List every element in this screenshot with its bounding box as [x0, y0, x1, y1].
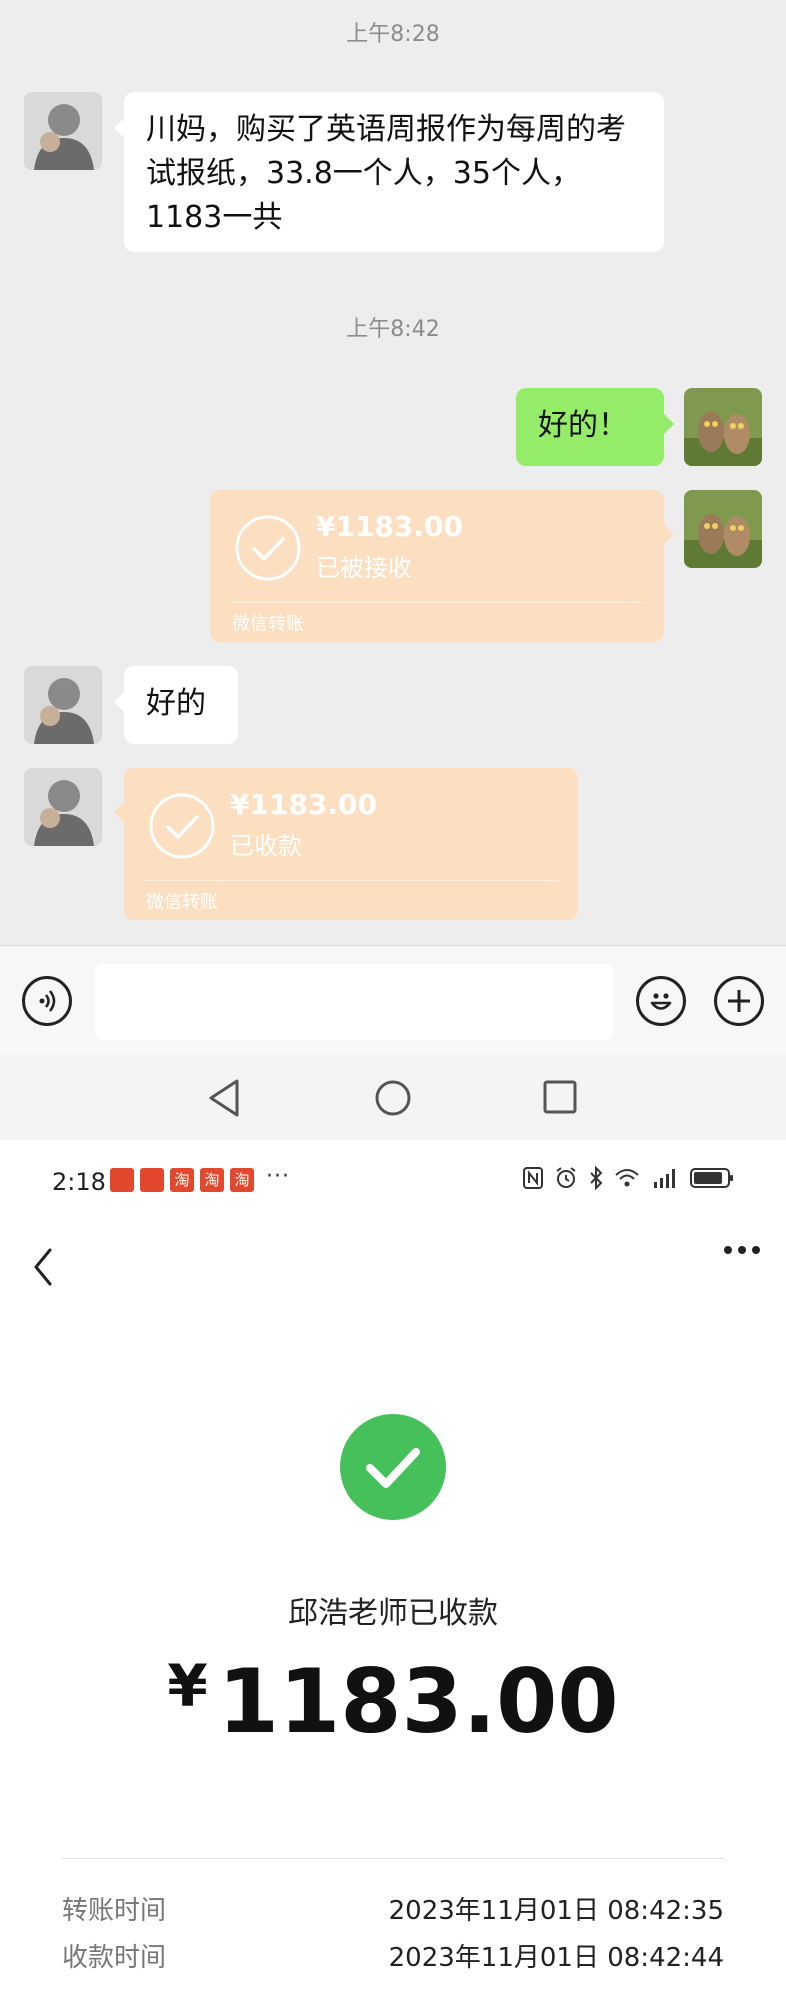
battery-icon — [690, 1168, 733, 1188]
message-text: 川妈，购买了英语周报作为每周的考试报纸，33.8一个人，35个人，1183一共 — [146, 112, 626, 235]
contact-avatar[interactable] — [24, 92, 102, 170]
taobao-icon: 淘 — [230, 1168, 254, 1192]
recents-square-icon[interactable] — [542, 1079, 578, 1115]
nfc-icon — [523, 1167, 543, 1189]
transfer-card[interactable]: ¥1183.00 已被接收 微信转账 — [210, 490, 674, 642]
transfer-status: 已收款 — [230, 832, 302, 860]
message-bubble[interactable]: 好的 — [114, 666, 238, 744]
chat-area: 上午8:28 川妈，购买了英语周报作为每周的考试报纸，33.8一个人，35个人，… — [0, 0, 786, 945]
detail-label: 收款时间 — [62, 1943, 167, 1973]
more-notifications-icon: ··· — [266, 1164, 290, 1189]
detail-value: 2023年11月01日 08:42:44 — [388, 1943, 724, 1973]
message-text: 好的 — [146, 686, 206, 721]
back-triangle-icon[interactable] — [206, 1078, 242, 1118]
status-bar: 2:18 淘 淘 淘 ··· — [0, 1140, 786, 1230]
timestamp: 上午8:42 — [346, 317, 440, 342]
detail-label: 转账时间 — [62, 1896, 167, 1926]
system-icons — [522, 1166, 734, 1190]
message-text: 好的！ — [538, 408, 628, 443]
divider — [230, 602, 644, 603]
receiver-status: 邱浩老师已收款 — [288, 1596, 498, 1631]
app-notification-icon — [110, 1168, 134, 1192]
alarm-icon — [556, 1167, 576, 1188]
divider — [62, 1858, 724, 1859]
divider — [144, 880, 558, 881]
chat-input-bar — [0, 945, 786, 1056]
message-input[interactable] — [95, 964, 613, 1040]
check-circle-icon — [235, 515, 301, 581]
message-bubble[interactable]: 好的！ — [516, 388, 674, 466]
more-icon[interactable] — [722, 1244, 762, 1256]
status-time: 2:18 — [52, 1168, 106, 1196]
transfer-status: 已被接收 — [316, 554, 412, 582]
message-bubble[interactable]: 川妈，购买了英语周报作为每周的考试报纸，33.8一个人，35个人，1183一共 — [114, 92, 664, 252]
contact-avatar[interactable] — [24, 666, 102, 744]
wifi-icon — [615, 1169, 639, 1187]
my-avatar[interactable] — [684, 490, 762, 568]
system-nav-bar — [0, 1055, 786, 1140]
receipt-header — [0, 1230, 786, 1310]
plus-icon[interactable] — [714, 976, 764, 1026]
contact-avatar[interactable] — [24, 768, 102, 846]
signal-icon — [654, 1169, 675, 1188]
taobao-icon: 淘 — [200, 1168, 224, 1192]
home-circle-icon[interactable] — [373, 1078, 413, 1118]
emoji-icon[interactable] — [636, 976, 686, 1026]
bluetooth-icon — [590, 1166, 603, 1190]
detail-value: 2023年11月01日 08:42:35 — [388, 1896, 724, 1926]
transfer-amount: ¥1183.00 — [316, 510, 464, 543]
success-check-icon — [340, 1414, 446, 1520]
app-notification-icon — [140, 1168, 164, 1192]
transfer-amount: ¥1183.00 — [230, 788, 378, 821]
check-circle-icon — [149, 793, 215, 859]
transfer-brand: 微信转账 — [232, 614, 304, 635]
timestamp: 上午8:28 — [346, 22, 440, 47]
taobao-icon: 淘 — [170, 1168, 194, 1192]
transfer-brand: 微信转账 — [146, 892, 218, 913]
my-avatar[interactable] — [684, 388, 762, 466]
voice-icon[interactable] — [22, 976, 72, 1026]
received-amount: ¥1183.00 — [0, 1650, 786, 1753]
transfer-card[interactable]: ¥1183.00 已收款 微信转账 — [114, 768, 578, 920]
amount-value: 1183.00 — [217, 1650, 619, 1753]
currency-symbol: ¥ — [167, 1652, 208, 1720]
back-arrow-icon[interactable] — [24, 1242, 64, 1292]
